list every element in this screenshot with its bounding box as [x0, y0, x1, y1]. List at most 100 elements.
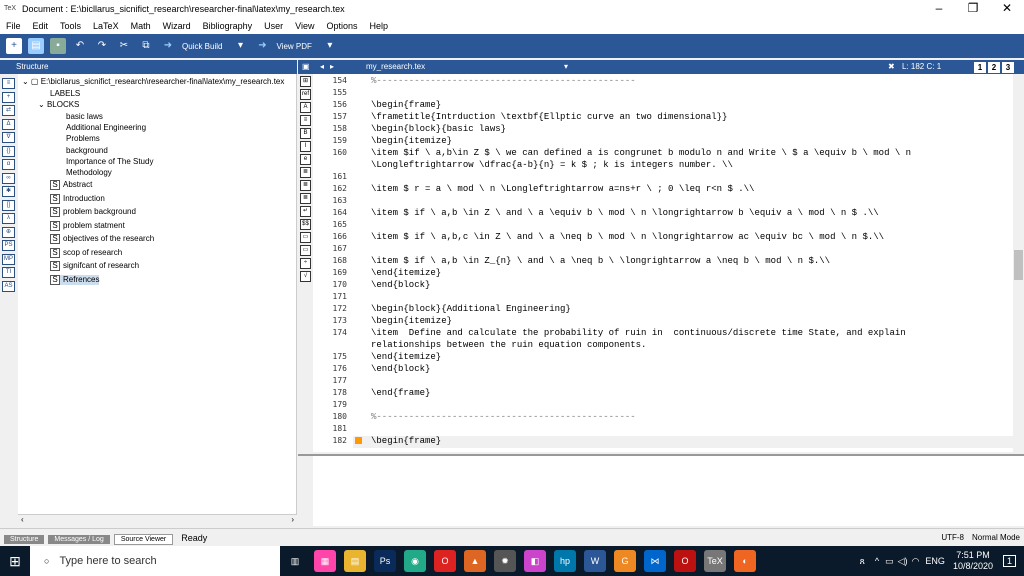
- code-line[interactable]: %---------------------------------------…: [371, 76, 636, 86]
- scroll-right-icon[interactable]: ›: [291, 515, 294, 524]
- encoding-label[interactable]: UTF-8: [941, 533, 964, 542]
- firefox-icon[interactable]: ◐: [734, 550, 756, 572]
- language-indicator[interactable]: ENG: [925, 556, 945, 566]
- code-line[interactable]: \end{itemize}: [371, 352, 441, 362]
- greek-tool-icon[interactable]: α: [2, 159, 15, 170]
- tree-section-item[interactable]: Sscop of research: [50, 247, 122, 258]
- menu-edit[interactable]: Edit: [27, 21, 55, 31]
- next-doc-icon[interactable]: ▸: [330, 60, 334, 74]
- view-pdf-button[interactable]: View PDF: [276, 42, 311, 51]
- quick-build-dropdown-icon[interactable]: ▾: [232, 38, 248, 54]
- infinity-tool-icon[interactable]: ∞: [2, 172, 15, 184]
- ps-tool-icon[interactable]: PS: [2, 240, 15, 251]
- as-tool-icon[interactable]: AS: [2, 280, 15, 292]
- scroll-left-icon[interactable]: ‹: [21, 515, 24, 524]
- copy-icon[interactable]: ⧉: [138, 38, 154, 54]
- bracket-tool-icon[interactable]: []: [2, 199, 15, 211]
- opera-gx-icon[interactable]: O: [674, 550, 696, 572]
- restore-icon[interactable]: ❐: [956, 0, 990, 18]
- tree-section-item[interactable]: S Abstract: [50, 180, 92, 190]
- code-line[interactable]: \begin{frame}: [371, 436, 441, 446]
- volume-icon[interactable]: ◁): [898, 556, 908, 567]
- tree-block-item[interactable]: basic laws: [66, 112, 103, 121]
- align-left-icon[interactable]: ≣: [300, 167, 311, 178]
- editor-vertical-scrollbar[interactable]: [1013, 74, 1024, 452]
- menu-math[interactable]: Math: [125, 21, 157, 31]
- newline-icon[interactable]: ↵: [300, 206, 311, 217]
- new-file-icon[interactable]: +: [6, 38, 22, 54]
- nabla-tool-icon[interactable]: ∇: [2, 132, 15, 143]
- code-line[interactable]: \end{itemize}: [371, 268, 441, 278]
- code-line[interactable]: \begin{block}{basic laws}: [371, 124, 506, 134]
- italic-symbol-icon[interactable]: I: [300, 141, 311, 152]
- align-right-icon[interactable]: ≣: [300, 193, 311, 204]
- ti-tool-icon[interactable]: TI: [2, 267, 15, 278]
- tree-section-item[interactable]: Sobjectives of the research: [50, 234, 154, 244]
- code-line[interactable]: \end{block}: [371, 364, 430, 374]
- frac-symbol-icon[interactable]: ⊞: [300, 76, 311, 87]
- minimize-icon[interactable]: –: [922, 0, 956, 18]
- close-icon[interactable]: ✕: [990, 0, 1024, 18]
- math-tool-icon[interactable]: ⊕: [2, 226, 15, 238]
- code-line[interactable]: \item $ if \ a,b \in Z \ and \ a \equiv …: [371, 208, 879, 218]
- menu-options[interactable]: Options: [321, 21, 364, 31]
- tree-labels[interactable]: LABELS: [50, 89, 80, 98]
- redo-icon[interactable]: ↷: [94, 38, 110, 54]
- cut-icon[interactable]: ✂: [116, 38, 132, 54]
- braces-tool-icon[interactable]: {}: [2, 145, 15, 157]
- list-tool-icon[interactable]: ≡: [2, 78, 15, 89]
- mp-tool-icon[interactable]: MP: [2, 253, 15, 265]
- code-line[interactable]: \item $ if \ a,b \in Z_{n} \ and \ a \ne…: [371, 256, 830, 266]
- arrows-tool-icon[interactable]: ⇄: [2, 105, 15, 116]
- hp-icon[interactable]: hp: [554, 550, 576, 572]
- divide-icon[interactable]: ÷: [300, 258, 311, 269]
- code-line[interactable]: \end{frame}: [371, 388, 430, 398]
- texmaker-taskbar-icon[interactable]: TeX: [704, 550, 726, 572]
- photoshop-icon[interactable]: Ps: [374, 550, 396, 572]
- code-line[interactable]: relationships between the ruin equation …: [371, 340, 646, 350]
- tree-block-item[interactable]: Importance of The Study: [66, 157, 153, 166]
- menu-latex[interactable]: LaTeX: [87, 21, 125, 31]
- matlab-icon[interactable]: ▲: [464, 550, 486, 572]
- tray-chevron-icon[interactable]: ^: [875, 556, 879, 566]
- subscript-icon[interactable]: ▭: [300, 232, 311, 243]
- notification-icon[interactable]: 1: [1002, 555, 1016, 567]
- menu-wizard[interactable]: Wizard: [157, 21, 197, 31]
- star-tool-icon[interactable]: ✱: [2, 186, 15, 197]
- lambda-tool-icon[interactable]: λ: [2, 213, 15, 224]
- menu-view[interactable]: View: [289, 21, 320, 31]
- code-line[interactable]: \end{block}: [371, 280, 430, 290]
- prev-doc-icon[interactable]: ◂: [320, 60, 324, 74]
- list-symbol-icon[interactable]: ≡: [300, 115, 311, 126]
- undo-icon[interactable]: ↶: [72, 38, 88, 54]
- pane-button-2[interactable]: 2: [988, 62, 1000, 73]
- tree-section-item[interactable]: S Refrences: [50, 274, 100, 285]
- emph-symbol-icon[interactable]: e: [300, 154, 311, 165]
- task-view-icon[interactable]: ▥: [284, 550, 306, 572]
- status-tab-structure[interactable]: Structure: [4, 534, 45, 544]
- dollar-icon[interactable]: $$: [300, 219, 311, 230]
- delta-tool-icon[interactable]: Δ: [2, 118, 15, 130]
- tree-section-item[interactable]: Ssignifcant of research: [50, 261, 139, 271]
- align-center-icon[interactable]: ≣: [300, 180, 311, 191]
- quick-build-button[interactable]: Quick Build: [182, 42, 222, 51]
- chrome-icon[interactable]: ◉: [404, 550, 426, 572]
- menu-tools[interactable]: Tools: [54, 21, 87, 31]
- file-explorer-icon[interactable]: ▤: [344, 550, 366, 572]
- tree-block-item[interactable]: Problems: [66, 134, 100, 143]
- tree-block-item[interactable]: Methodology: [66, 168, 112, 177]
- menu-help[interactable]: Help: [364, 21, 395, 31]
- windows-start-icon[interactable]: ⊞: [4, 550, 26, 572]
- code-line[interactable]: \begin{block}{Additional Engineering}: [371, 304, 571, 314]
- code-editor[interactable]: 154 155 156 157 158 159 160 161 162 163 164 165 166 1…: [313, 74, 1024, 452]
- clock[interactable]: 7:51 PM 10/8/2020: [953, 550, 993, 572]
- battery-icon[interactable]: ▭: [885, 556, 894, 567]
- tree-section-item[interactable]: S Introduction: [50, 193, 105, 204]
- menu-bibliography[interactable]: Bibliography: [197, 21, 259, 31]
- messages-panel[interactable]: [298, 454, 1024, 526]
- ref-symbol-icon[interactable]: ref: [300, 89, 311, 100]
- status-tab-messages-log[interactable]: Messages / Log: [48, 534, 110, 544]
- pane-button-1[interactable]: 1: [974, 62, 986, 73]
- code-line[interactable]: \begin{itemize}: [371, 316, 452, 326]
- code-line[interactable]: \Longleftrightarrow \dfrac{a-b}{n} = k $…: [371, 160, 733, 170]
